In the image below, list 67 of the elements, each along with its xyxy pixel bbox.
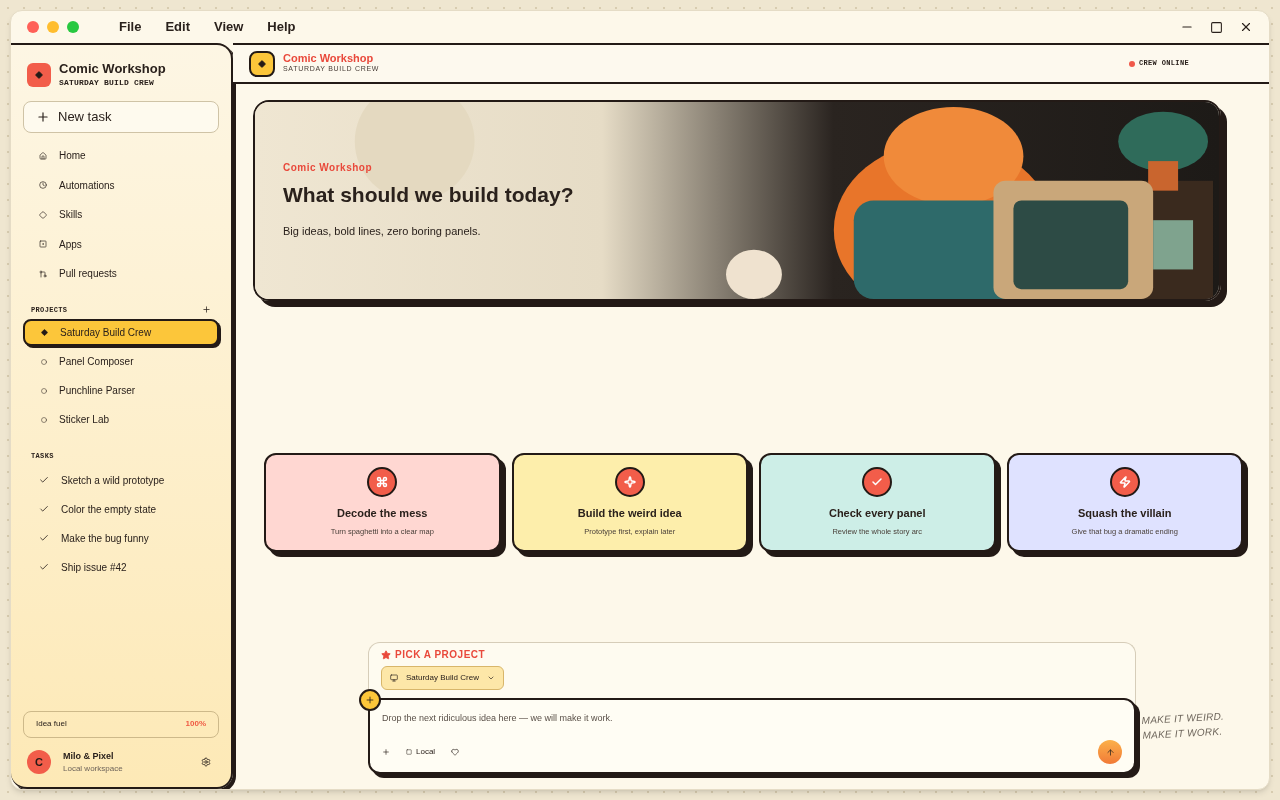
star-icon — [381, 649, 391, 660]
task-item[interactable]: Sketch a wild prototype — [23, 465, 219, 495]
card-title: Squash the villain — [1078, 506, 1172, 521]
project-item[interactable]: Sticker Lab — [23, 406, 219, 433]
plus-icon — [36, 110, 50, 124]
nav-icon — [39, 151, 47, 160]
nav-icon — [39, 240, 47, 249]
card-icon — [862, 467, 893, 497]
local-mode-button[interactable]: Local — [406, 746, 436, 758]
nav-icon — [39, 269, 47, 278]
brand-logo-icon — [27, 63, 51, 87]
plus-icon — [365, 695, 375, 705]
monitor-icon — [390, 674, 398, 682]
task-item[interactable]: Make the bug funny — [23, 523, 219, 553]
settings-icon[interactable] — [201, 757, 211, 768]
nav-icon — [39, 181, 47, 190]
attach-button[interactable] — [359, 689, 381, 711]
task-item[interactable]: Color the empty state — [23, 494, 219, 524]
diamond-icon — [41, 329, 48, 336]
menu-item[interactable]: View — [213, 17, 244, 37]
close-icon[interactable] — [1239, 20, 1253, 34]
nav-item[interactable]: Apps — [23, 229, 219, 259]
card-title: Check every panel — [828, 506, 926, 521]
header-logo-icon — [249, 50, 275, 77]
circle-icon — [41, 416, 47, 423]
add-project-icon[interactable] — [202, 305, 211, 315]
nav-item[interactable]: Home — [23, 141, 219, 171]
hero-text: Big ideas, bold lines, zero boring panels. — [283, 223, 482, 239]
new-task-button[interactable]: New task — [23, 101, 219, 133]
card-icon — [367, 467, 398, 497]
idea-fuel-label: Idea fuel — [36, 718, 67, 730]
nav-item[interactable]: Automations — [23, 170, 219, 200]
circle-icon — [41, 387, 47, 394]
brand-title: Comic Workshop — [59, 61, 166, 77]
nav-item[interactable]: Pull requests — [23, 259, 219, 289]
project-item[interactable]: Panel Composer — [23, 348, 219, 375]
picker-label: PICK A PROJECT — [395, 648, 486, 662]
idea-fuel-value: 100% — [185, 718, 206, 730]
project-item[interactable]: Saturday Build Crew — [23, 319, 219, 346]
card-icon — [614, 467, 645, 497]
task-item[interactable]: Ship issue #42 — [23, 552, 219, 582]
menu-item[interactable]: Help — [267, 17, 296, 37]
tagline: MAKE IT WEIRD. MAKE IT WORK. — [1141, 709, 1226, 743]
project-item[interactable]: Punchline Parser — [23, 377, 219, 404]
chevron-down-icon — [486, 674, 495, 682]
user-name: Milo & Pixel — [63, 749, 115, 763]
brand-subtitle: SATURDAY BUILD CREW — [59, 77, 155, 89]
nav-icon — [39, 210, 47, 219]
hero-eyebrow: Comic Workshop — [283, 161, 374, 175]
card-title: Decode the mess — [337, 506, 428, 521]
user-subtitle: Local workspace — [63, 763, 123, 775]
project-dropdown[interactable]: Saturday Build Crew — [381, 666, 504, 690]
prompt-input[interactable]: Drop the next ridiculous idea here — we will make it work. — [382, 712, 1122, 726]
nav-item[interactable]: Skills — [23, 200, 219, 230]
user-avatar: C — [27, 750, 51, 775]
menu-item[interactable]: File — [119, 17, 142, 37]
add-icon[interactable] — [382, 748, 390, 756]
card-icon — [1109, 467, 1140, 497]
menu-item[interactable]: Edit — [165, 17, 190, 37]
send-button[interactable] — [1098, 740, 1122, 764]
header-title: Comic Workshop — [283, 52, 375, 65]
card-title: Build the weird idea — [577, 506, 682, 521]
arrow-up-icon — [1105, 747, 1115, 757]
circle-icon — [41, 358, 47, 365]
heart-icon[interactable] — [451, 748, 460, 756]
maximize-icon[interactable] — [1210, 20, 1223, 34]
hero-heading: What should we build today? — [283, 182, 575, 208]
